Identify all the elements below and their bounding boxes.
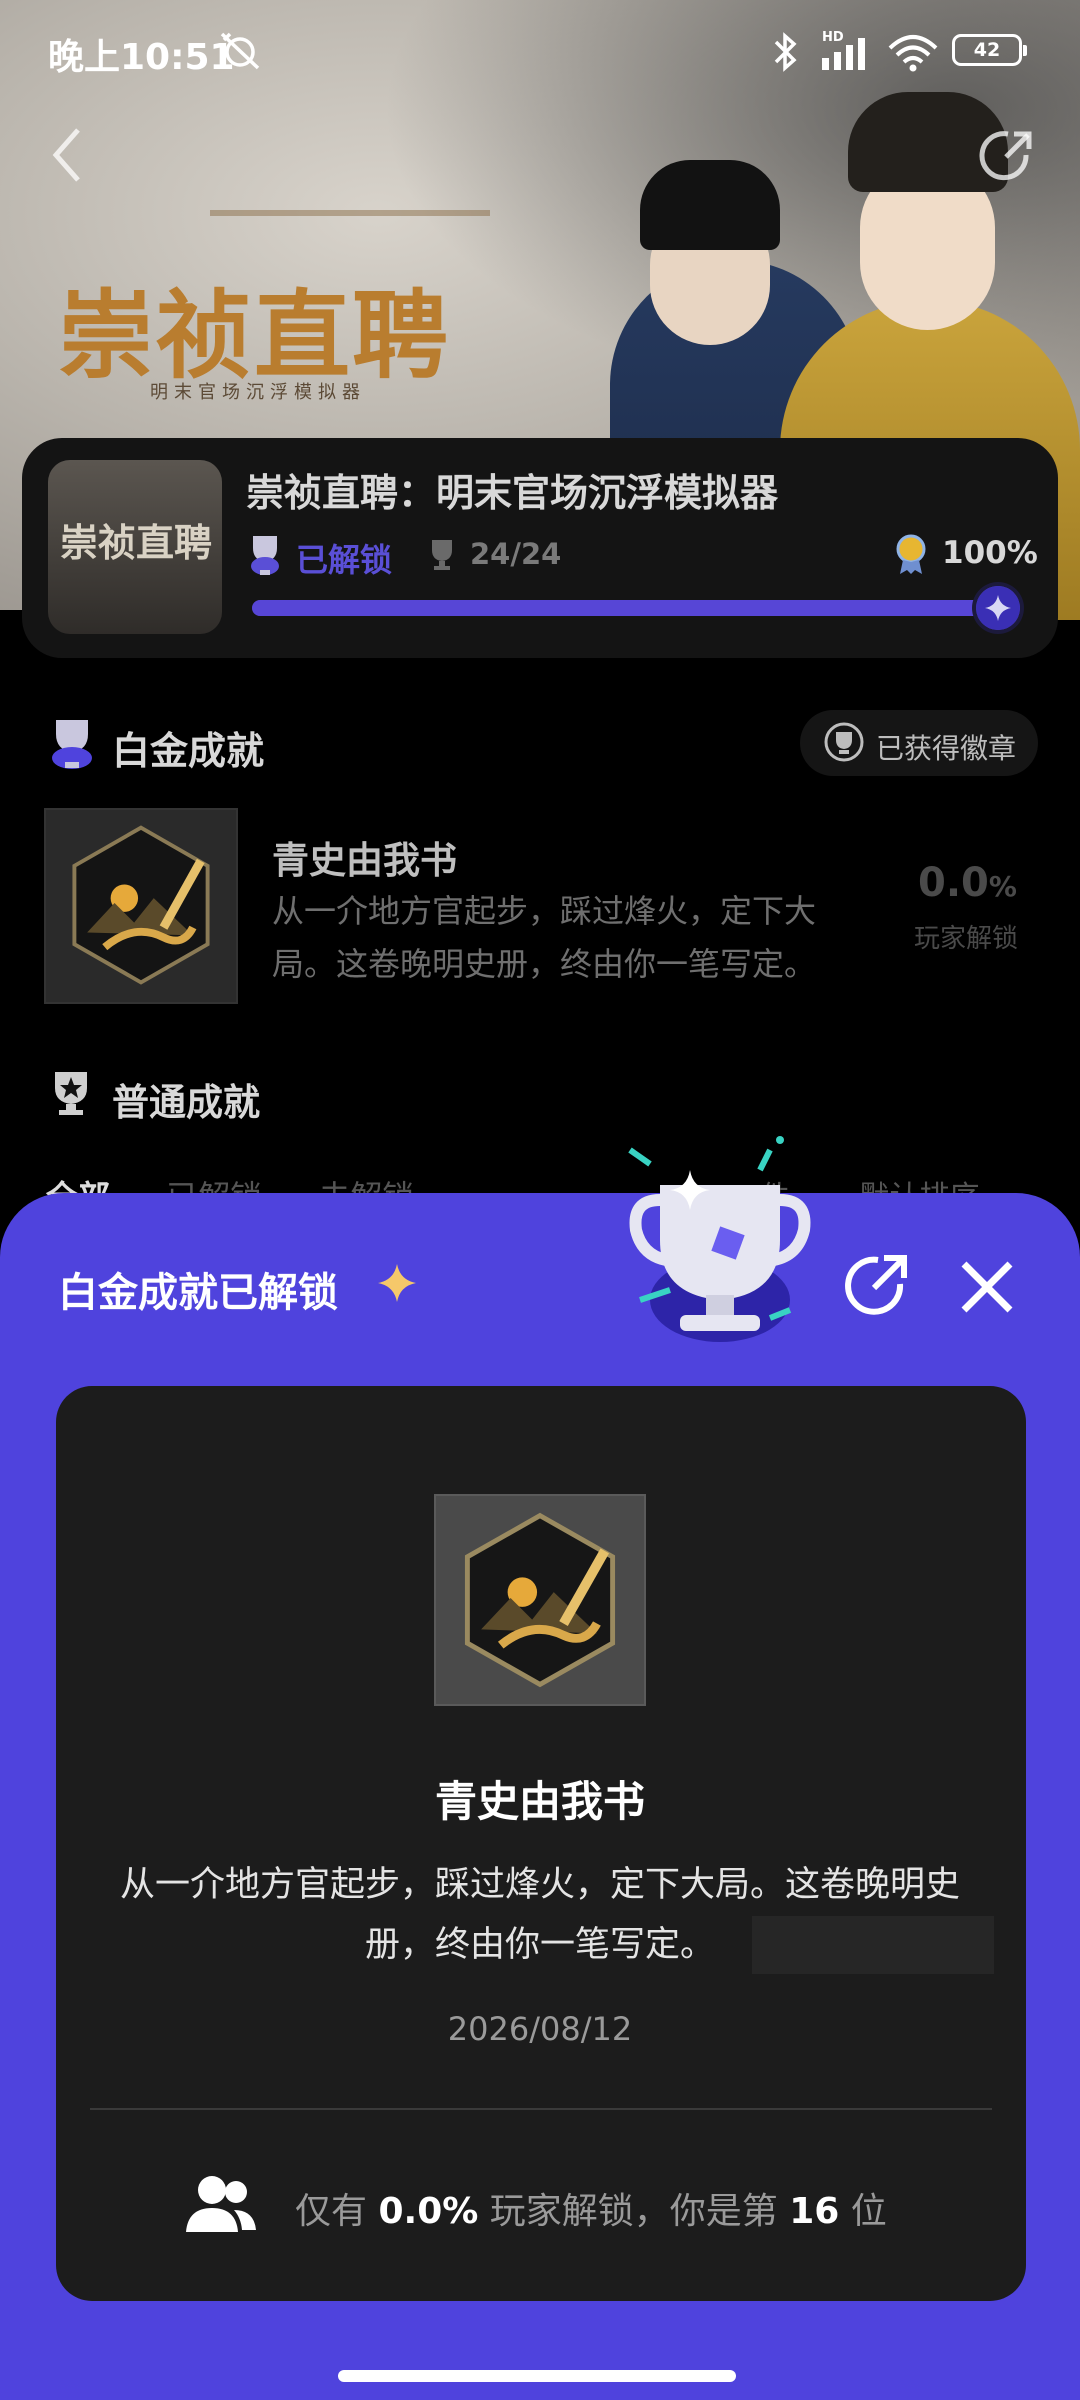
platinum-trophy-icon <box>52 720 92 769</box>
platinum-achievement-name: 青史由我书 <box>272 839 457 882</box>
platinum-achievement-description: 从一介地方官起步，踩过烽火，定下大局。这卷晚明史册，终由你一笔写定。 <box>272 892 817 983</box>
normal-trophy-icon <box>55 1072 87 1115</box>
platinum-unlock-label: 玩家解锁 <box>914 924 1019 954</box>
hero-subtitle: 明末官场沉浮模拟器 <box>150 382 366 403</box>
earned-badges-label: 已获得徽章 <box>876 732 1017 765</box>
status-time: 晚上10:51 <box>48 37 235 78</box>
completion-percent: 100% <box>942 535 1038 571</box>
achievement-emblem-image[interactable] <box>44 808 238 1004</box>
normal-section-title: 普通成就 <box>112 1081 260 1124</box>
home-indicator[interactable] <box>338 2370 736 2382</box>
status-bar: 晚上10:51 HD 42 <box>0 0 1080 100</box>
unlock-date: 2026/08/12 <box>447 2010 633 2048</box>
achievement-emblem-large <box>434 1494 646 1706</box>
trophy-icon <box>432 540 452 570</box>
platinum-trophy-illustration <box>628 1136 811 1342</box>
medal-icon <box>896 534 926 574</box>
game-title: 崇祯直聘：明末官场沉浮模拟器 <box>246 471 779 515</box>
badge-icon <box>824 722 864 762</box>
stats-percent: 0.0% <box>378 2191 479 2232</box>
game-thumbnail: 崇祯直聘 <box>48 460 222 634</box>
sparkle-icon <box>378 1264 416 1302</box>
detail-achievement-name: 青史由我书 <box>434 1777 645 1826</box>
battery-indicator: 42 <box>952 34 1027 66</box>
progress-fill <box>252 600 1012 616</box>
stats-rank: 16 <box>789 2191 840 2232</box>
signal-icon <box>822 38 865 70</box>
percent-sign: % <box>988 870 1017 903</box>
sheet-share-icon[interactable] <box>840 1250 912 1322</box>
progress-star-icon <box>976 586 1020 630</box>
divider <box>90 2108 992 2110</box>
trophy-unlocked-icon <box>251 536 279 575</box>
stats-middle: 玩家解锁，你是第 <box>489 2191 778 2232</box>
percent-value: 0.0 <box>918 860 989 906</box>
hero-title: 崇祯直聘 <box>58 279 450 392</box>
bluetooth-icon <box>774 32 797 72</box>
unlock-status: 已解锁 <box>296 541 393 579</box>
alarm-off-icon <box>220 32 260 70</box>
close-icon[interactable] <box>954 1254 1020 1320</box>
back-arrow-icon[interactable] <box>44 120 94 190</box>
stats-suffix: 位 <box>850 2191 887 2232</box>
wifi-icon <box>888 35 938 72</box>
users-icon <box>186 2176 256 2232</box>
platinum-unlock-percent: 0.0% <box>918 860 1017 906</box>
game-thumbnail-text: 崇祯直聘 <box>60 520 213 565</box>
sheet-title: 白金成就已解锁 <box>58 1270 338 1316</box>
stats-prefix: 仅有 <box>295 2191 368 2232</box>
share-icon[interactable] <box>976 125 1038 187</box>
redacted-area <box>752 1916 994 1974</box>
unlock-stats: 仅有 0.0% 玩家解锁，你是第 16 位 <box>295 2182 887 2234</box>
character-hat-left <box>640 160 780 250</box>
achievement-count: 24/24 <box>470 537 562 571</box>
platinum-section-title: 白金成就 <box>112 729 265 773</box>
